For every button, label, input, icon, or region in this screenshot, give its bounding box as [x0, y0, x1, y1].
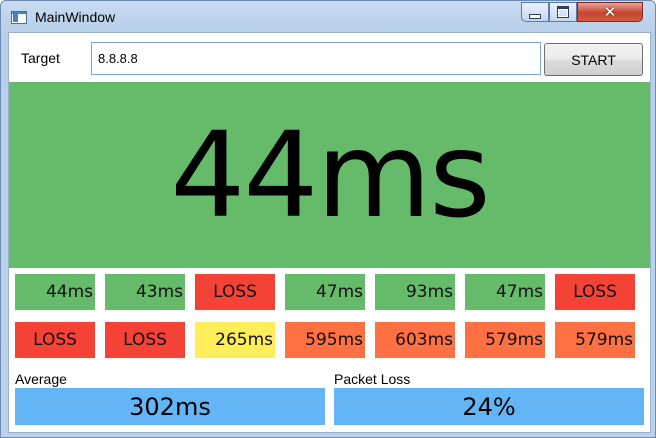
average-label: Average — [15, 371, 67, 387]
history-tile: 93ms — [375, 274, 455, 310]
history-tile: 265ms — [195, 322, 275, 358]
close-button[interactable]: ✕ — [577, 2, 643, 22]
window-title: MainWindow — [35, 9, 116, 25]
title-bar[interactable]: MainWindow ✕ — [1, 1, 655, 33]
average-value: 302ms — [15, 388, 325, 425]
history-tile: 579ms — [555, 322, 635, 358]
history-tile: LOSS — [195, 274, 275, 310]
packet-loss-label: Packet Loss — [334, 371, 411, 387]
target-label: Target — [21, 50, 60, 66]
maximize-button[interactable] — [549, 2, 577, 22]
minimize-button[interactable] — [521, 2, 549, 22]
start-button[interactable]: START — [544, 43, 643, 76]
history-tile: 44ms — [15, 274, 95, 310]
client-area: Target START 44ms 44ms 43ms LOSS 47ms 93ms 47… — [8, 32, 651, 433]
history-tile: 47ms — [285, 274, 365, 310]
history-tile: LOSS — [555, 274, 635, 310]
current-latency-display: 44ms — [9, 82, 650, 268]
history-tile: 595ms — [285, 322, 365, 358]
history-tile: LOSS — [105, 322, 185, 358]
main-window: MainWindow ✕ Target START 44ms 44ms 43ms L… — [0, 0, 656, 438]
packet-loss-value: 24% — [334, 388, 644, 425]
history-tile: 47ms — [465, 274, 545, 310]
target-input[interactable] — [91, 42, 541, 75]
minimize-icon — [529, 13, 541, 19]
history-tile: 579ms — [465, 322, 545, 358]
maximize-icon — [557, 6, 569, 18]
close-icon: ✕ — [603, 3, 617, 21]
app-icon — [11, 11, 27, 24]
history-tile: LOSS — [15, 322, 95, 358]
history-tile: 603ms — [375, 322, 455, 358]
history-tile: 43ms — [105, 274, 185, 310]
